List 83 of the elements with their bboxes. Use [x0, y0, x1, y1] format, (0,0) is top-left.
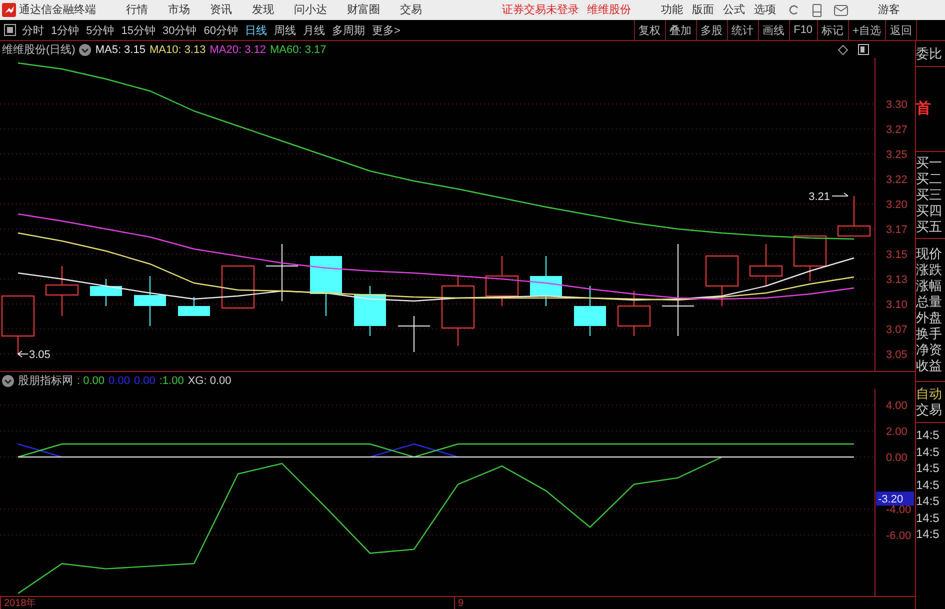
period-tab[interactable]: 15分钟 [121, 22, 156, 38]
menu-item[interactable]: 资讯 [210, 3, 232, 17]
axis-label: 3.17 [886, 224, 908, 236]
menu-item[interactable]: 市场 [168, 3, 190, 17]
legend-title: 股朋指标网 [18, 374, 73, 388]
axis-label: 3.15 [886, 249, 908, 261]
menu-item[interactable]: 行情 [126, 3, 148, 17]
price-marker: 3.05 [29, 349, 50, 361]
user-name[interactable]: 游客 [878, 3, 900, 17]
price-marker: 3.21 [808, 191, 830, 203]
period-tab[interactable]: 周线 [274, 22, 296, 38]
legend-value: MA5: 3.15 [95, 44, 146, 56]
stock-tag: 首 [916, 101, 945, 117]
quote-label: 收益 [916, 358, 943, 374]
period-tab[interactable]: 更多> [372, 22, 400, 38]
trade-time: 14:5 [916, 444, 940, 460]
quote-label: 买五 [916, 219, 943, 235]
period-tab[interactable]: 月线 [303, 22, 325, 38]
axis-label: 2.00 [886, 426, 908, 438]
axis-label: 3.25 [886, 149, 908, 161]
axis-label: 3.05 [886, 349, 908, 361]
menu-item[interactable]: 财富圈 [347, 3, 380, 17]
axis-label: 3.20 [886, 199, 908, 211]
menu-item[interactable]: 公式 [723, 3, 745, 17]
quote-label: 涨幅 [916, 278, 943, 294]
period-tab[interactable]: 60分钟 [204, 22, 238, 38]
date-label: 9 [454, 597, 464, 609]
legend-value: MA60: 3.17 [270, 44, 326, 56]
legend-value: :1.00 [159, 374, 184, 386]
legend-value: XG: 0.00 [188, 374, 232, 386]
period-tab[interactable]: 5分钟 [86, 22, 114, 38]
status-text: 维维股份 [587, 3, 631, 17]
trade-time: 14:5 [916, 526, 940, 542]
menu-item[interactable]: 选项 [754, 3, 776, 17]
quote-label: 委比 [916, 46, 943, 62]
quote-label: 买四 [916, 203, 943, 219]
value-marker: -3.20 [876, 492, 914, 506]
status-text: 证券交易未登录 [502, 3, 579, 17]
menu-item[interactable]: 版面 [692, 3, 714, 17]
axis-label: 3.13 [886, 274, 908, 286]
axis-label: 3.07 [886, 324, 908, 336]
quote-label: 总量 [916, 294, 943, 310]
period-tab[interactable]: 日线 [245, 22, 267, 38]
axis-label: 0.00 [886, 452, 908, 464]
axis-label: 4.00 [886, 400, 908, 412]
quote-label: 买二 [916, 171, 943, 187]
period-tab[interactable]: 多周期 [332, 22, 365, 38]
trade-time: 14:5 [916, 510, 940, 526]
menu-item[interactable]: 功能 [661, 3, 683, 17]
quote-label: 现价 [916, 246, 943, 262]
axis-label: 3.30 [886, 99, 908, 111]
trade-time: 14:5 [916, 493, 940, 510]
legend-value: MA10: 3.13 [149, 44, 206, 56]
quote-label: 净资 [916, 342, 943, 358]
quote-label: 买三 [916, 187, 943, 203]
legend-value: MA20: 3.12 [210, 44, 266, 56]
legend-value: : 0.00 [77, 374, 105, 386]
axis-label: 3.27 [886, 124, 908, 136]
period-tab[interactable]: 30分钟 [162, 22, 197, 38]
axis-label: 3.10 [886, 299, 908, 311]
menu-item[interactable]: 发现 [252, 3, 274, 17]
tool-button[interactable]: 返回 [885, 20, 917, 40]
legend-value: 0.00 [108, 374, 130, 386]
trade-time: 14:5 [916, 427, 940, 444]
date-label: 2018年 [0, 597, 454, 609]
quote-label: 买一 [916, 155, 943, 171]
menu-item[interactable]: 交易 [400, 3, 422, 17]
legend-value: 0.00 [134, 374, 156, 386]
trade-time: 14:5 [916, 460, 940, 476]
axis-label: -4.00 [886, 504, 912, 516]
axis-label: -6.00 [886, 530, 912, 542]
quote-label: 换手 [916, 326, 943, 342]
quote-label: 外盘 [916, 310, 943, 326]
trade-time: 14:5 [916, 476, 940, 493]
app-name: 通达信金融终端 [19, 3, 96, 17]
axis-label: 3.22 [886, 174, 908, 186]
period-tab[interactable]: 分时 [22, 22, 44, 38]
legend-title: 维维股份(日线) [2, 42, 76, 57]
quote-label: 涨跌 [916, 262, 943, 278]
quote-label: 交易 [916, 402, 943, 418]
auto-label[interactable]: 自动 [916, 386, 945, 402]
period-tab[interactable]: 1分钟 [51, 22, 80, 38]
menu-item[interactable]: 问小达 [294, 3, 327, 17]
